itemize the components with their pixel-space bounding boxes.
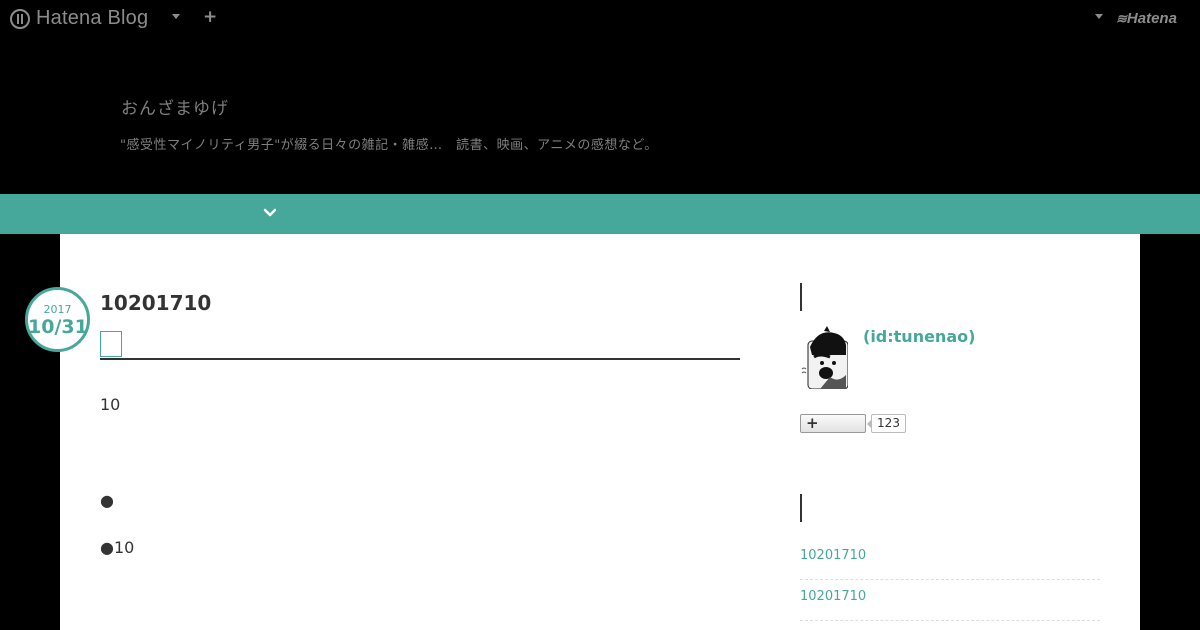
recent-entry-link[interactable]: 10201710 (800, 548, 866, 563)
entry-paragraph: ● (100, 491, 114, 510)
hatena-blog-logo[interactable]: Hatena Blog (10, 7, 148, 30)
follower-count[interactable]: 123 (867, 414, 906, 433)
blog-title[interactable]: おんざまゆげ (121, 94, 229, 119)
follow-button[interactable]: + (800, 414, 866, 433)
recent-entry-item: 10201710 (800, 540, 1100, 580)
brand-menu-caret-icon[interactable] (172, 14, 180, 19)
profile-id-link[interactable]: (id:tunenao) (863, 327, 975, 346)
category-nav-bar (0, 194, 1200, 234)
plus-icon: + (806, 414, 819, 432)
entry-date-year: 2017 (43, 303, 72, 316)
recent-entry-link[interactable]: 10201710 (800, 589, 866, 604)
global-header: Hatena Blog + ≋ Hatena (0, 0, 1200, 36)
avatar[interactable] (800, 325, 848, 389)
hatena-logo[interactable]: ≋ Hatena (1116, 10, 1177, 27)
sidebar-section-heading-marker (800, 283, 802, 311)
hatena-logo-icon: ≋ (1116, 10, 1127, 26)
recent-entry-item: 10201710 (800, 581, 1100, 621)
entry-date-month-day: 10/31 (28, 316, 88, 338)
brand-label: Hatena Blog (36, 7, 149, 29)
entry-paragraph: 10 (100, 395, 121, 414)
write-entry-plus-icon[interactable]: + (203, 7, 217, 27)
account-menu-caret-icon[interactable] (1095, 14, 1103, 19)
chevron-down-icon[interactable] (262, 204, 278, 220)
entry-category-box[interactable] (100, 331, 122, 357)
entry-header-divider (100, 358, 740, 360)
entry-paragraph: ●10 (100, 538, 135, 557)
entry-title[interactable]: 10201710 (100, 291, 211, 315)
sidebar-section-heading-marker (800, 494, 802, 522)
hatena-logo-label: Hatena (1126, 10, 1177, 27)
hatena-blog-logo-icon (10, 8, 30, 29)
entry-date-badge[interactable]: 2017 10/31 (25, 287, 90, 352)
blog-description: "感受性マイノリティ男子"が綴る日々の雑記・雑感… 読書、映画、アニメの感想など… (120, 138, 658, 153)
